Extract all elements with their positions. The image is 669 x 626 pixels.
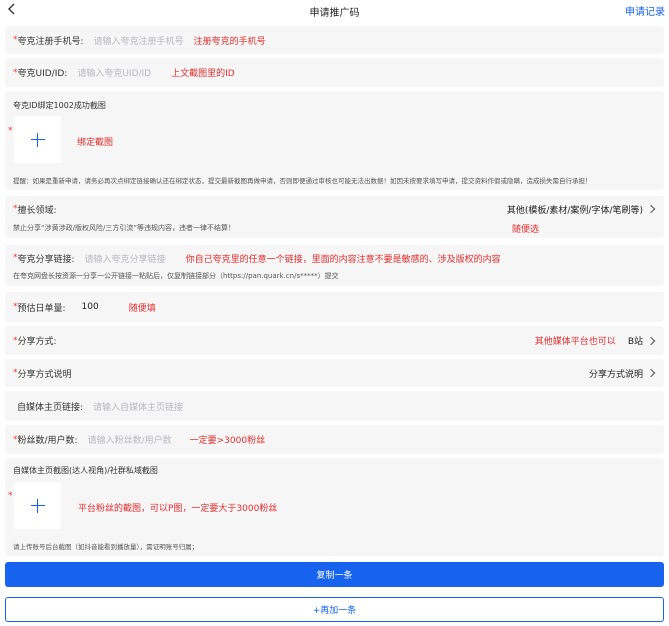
daily-estimate-annotation: 随便填	[128, 303, 156, 314]
phone-label: 夸克注册手机号:	[17, 36, 84, 47]
share-method-annotation: 其他媒体平台也可以	[534, 337, 616, 347]
share-desc-value: 分享方式说明	[588, 369, 643, 380]
chevron-right-icon	[646, 336, 656, 345]
phone-annotation: 注册夸克的手机号	[193, 36, 266, 47]
expertise-label: 擅长领域:	[17, 205, 57, 216]
daily-estimate-card: * 预估日单量: 100 随便填	[5, 292, 664, 322]
media-screenshot-card: 自媒体主页截图(达人视角)/社群私域截图 * 平台粉丝的截图，可以P图，一定要大…	[5, 458, 664, 556]
plus-icon	[31, 505, 45, 506]
required-mark: *	[8, 491, 13, 501]
media-link-label: 自媒体主页链接:	[17, 402, 84, 413]
expertise-card[interactable]: * 擅长领域: 其他(模板/素材/案例/字体/笔刷等) 禁止分享“涉黄涉政/版权…	[5, 196, 664, 238]
plus-icon	[31, 139, 45, 140]
media-link-input[interactable]: 请输入自媒体主页链接	[93, 400, 183, 413]
share-method-label: 分享方式:	[17, 337, 57, 347]
copy-one-button[interactable]: 复制一条	[5, 562, 664, 587]
bind-screenshot-card: 夸克ID绑定1002成功截图 * 绑定截图 提醒：如果是重新申请，请务必再次点绑…	[5, 91, 664, 190]
uid-label: 夸克UID/ID:	[17, 69, 68, 79]
chevron-right-icon	[646, 204, 656, 214]
share-link-annotation: 你自己夸克里的任意一个链接，里面的内容注意不要是敏感的、涉及版权的内容	[185, 254, 501, 265]
media-screenshot-annotation: 平台粉丝的截图，可以P图，一定要大于3000粉丝	[78, 504, 278, 514]
top-bar: 申请推广码 申请记录	[0, 0, 669, 20]
bind-screenshot-upload[interactable]	[14, 116, 61, 163]
share-link-hint: 在夸克网盘长按资源一分享一公开链接一粘贴后，仅复制链接部分（https://pa…	[13, 272, 339, 280]
expertise-annotation: 随便选	[512, 225, 540, 235]
daily-estimate-input[interactable]: 100	[82, 302, 99, 312]
media-screenshot-upload[interactable]	[14, 482, 61, 529]
followers-input[interactable]: 请输入粉丝数/用户数	[88, 433, 172, 446]
chevron-right-icon	[646, 368, 656, 378]
share-link-input[interactable]: 请输入夸克分享链接	[85, 252, 166, 265]
share-link-label: 夸克分享链接:	[17, 254, 75, 265]
bind-screenshot-hint: 提醒：如果是重新申请，请务必再次点绑定链接确认还在绑定状态，提交最新截图再做申请…	[13, 177, 592, 185]
followers-card: * 粉丝数/用户数: 请输入粉丝数/用户数 一定要>3000粉丝	[5, 425, 664, 454]
media-screenshot-label: 自媒体主页截图(达人视角)/社群私域截图	[13, 466, 158, 475]
share-method-card[interactable]: * 分享方式: 其他媒体平台也可以 B站	[5, 326, 664, 355]
phone-input[interactable]: 请输入夸克注册手机号	[94, 34, 184, 47]
uid-field-card: * 夸克UID/ID: 请输入夸克UID/ID 上文截图里的ID	[5, 58, 664, 87]
expertise-hint: 禁止分享“涉黄涉政/版权风险/三方引流”等违规内容，违者一律不结算！	[13, 224, 235, 232]
followers-label: 粉丝数/用户数:	[17, 436, 78, 446]
followers-annotation: 一定要>3000粉丝	[189, 436, 266, 446]
media-screenshot-hint: 请上传账号后台截图（如抖音能看到播放量），需证明账号归属；	[13, 543, 199, 551]
records-link[interactable]: 申请记录	[625, 3, 665, 18]
bind-screenshot-annotation: 绑定截图	[77, 138, 114, 148]
expertise-value: 其他(模板/素材/案例/字体/笔刷等)	[506, 205, 643, 216]
share-link-card: * 夸克分享链接: 请输入夸克分享链接 你自己夸克里的任意一个链接，里面的内容注…	[5, 245, 664, 286]
media-link-card: 自媒体主页链接: 请输入自媒体主页链接	[5, 391, 664, 421]
daily-estimate-label: 预估日单量:	[17, 303, 66, 314]
share-method-value: B站	[627, 337, 643, 347]
uid-input[interactable]: 请输入夸克UID/ID	[77, 66, 151, 79]
required-mark: *	[8, 126, 13, 136]
uid-annotation: 上文截图里的ID	[171, 69, 235, 79]
share-desc-label: 分享方式说明	[17, 369, 72, 380]
share-desc-card[interactable]: * 分享方式说明 分享方式说明	[5, 359, 664, 387]
page-title: 申请推广码	[309, 8, 360, 19]
add-another-button[interactable]: +再加一条	[5, 597, 664, 622]
phone-field-card: * 夸克注册手机号: 请输入夸克注册手机号 注册夸克的手机号	[5, 26, 664, 54]
bind-screenshot-label: 夸克ID绑定1002成功截图	[13, 101, 106, 110]
